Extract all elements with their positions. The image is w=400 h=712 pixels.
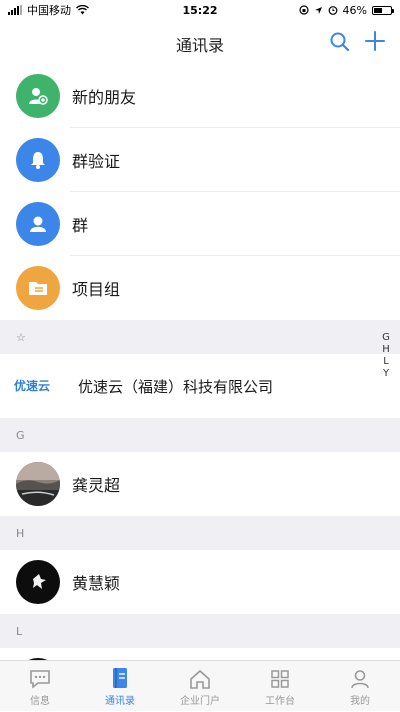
person-icon bbox=[351, 670, 369, 689]
index-letter[interactable]: L bbox=[383, 356, 389, 368]
section-header-h: H bbox=[0, 516, 400, 550]
tab-label: 通讯录 bbox=[105, 696, 135, 707]
section-header-g: G bbox=[0, 418, 400, 452]
list-item-contact[interactable]: 龚灵超 bbox=[0, 452, 400, 516]
tab-bar: 信息 通讯录 企业门户 工作台 我的 bbox=[0, 660, 400, 711]
new-friend-icon bbox=[16, 74, 60, 118]
add-icon[interactable] bbox=[362, 28, 388, 54]
grid-icon bbox=[271, 670, 289, 688]
status-bar: 中国移动 15:22 46% bbox=[0, 0, 400, 20]
list-item-company[interactable]: 优速云 优速云（福建）科技有限公司 bbox=[0, 354, 400, 418]
list-item-label: 新的朋友 bbox=[72, 88, 137, 107]
tab-label: 信息 bbox=[30, 696, 50, 707]
folder-icon bbox=[16, 266, 60, 310]
section-header-starred: ☆ bbox=[0, 320, 400, 354]
search-icon[interactable] bbox=[328, 30, 352, 54]
tab-portal[interactable]: 企业门户 bbox=[160, 661, 240, 711]
battery-icon bbox=[372, 5, 394, 15]
contacts-list: 新的朋友 群验证 群 项目组 ☆ 优速云 优速云（福建）科技有限公司 G 龚灵超… bbox=[0, 64, 400, 712]
contacts-book-icon bbox=[113, 668, 127, 688]
list-item-label: 群验证 bbox=[72, 152, 121, 171]
contact-name: 黄慧颖 bbox=[72, 574, 121, 593]
list-item-project-groups[interactable]: 项目组 bbox=[0, 256, 400, 320]
list-item-label: 项目组 bbox=[72, 280, 121, 299]
chat-icon bbox=[30, 670, 50, 689]
group-icon bbox=[16, 202, 60, 246]
bell-icon bbox=[16, 138, 60, 182]
alphabet-index[interactable]: G H L Y bbox=[380, 332, 392, 380]
tab-contacts[interactable]: 通讯录 bbox=[80, 661, 160, 711]
clock: 15:22 bbox=[182, 3, 218, 17]
index-letter[interactable]: H bbox=[382, 344, 390, 356]
tab-messages[interactable]: 信息 bbox=[0, 661, 80, 711]
list-item-contact[interactable]: 黄慧颖 bbox=[0, 550, 400, 614]
home-icon bbox=[190, 669, 210, 689]
list-item-groups[interactable]: 群 bbox=[0, 192, 400, 256]
contact-name: 龚灵超 bbox=[72, 476, 121, 495]
company-logo: 优速云 bbox=[14, 379, 51, 393]
nav-bar: 通讯录 bbox=[0, 20, 400, 64]
company-name: 优速云（福建）科技有限公司 bbox=[78, 377, 274, 396]
avatar bbox=[16, 462, 60, 506]
avatar bbox=[16, 560, 60, 604]
tab-label: 工作台 bbox=[265, 696, 295, 707]
index-letter[interactable]: G bbox=[382, 332, 390, 344]
tab-label: 企业门户 bbox=[180, 696, 220, 707]
tab-label: 我的 bbox=[350, 696, 370, 707]
index-letter[interactable]: Y bbox=[383, 368, 389, 380]
list-item-group-verify[interactable]: 群验证 bbox=[0, 128, 400, 192]
list-item-label: 群 bbox=[72, 216, 89, 235]
list-item-new-friends[interactable]: 新的朋友 bbox=[0, 64, 400, 128]
section-header-l: L bbox=[0, 614, 400, 648]
tab-workbench[interactable]: 工作台 bbox=[240, 661, 320, 711]
tab-me[interactable]: 我的 bbox=[320, 661, 400, 711]
